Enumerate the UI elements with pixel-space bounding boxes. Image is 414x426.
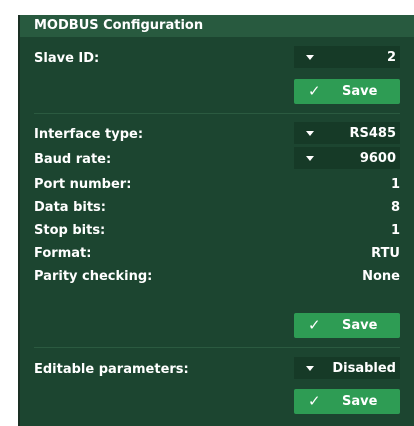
slave-id-row: Slave ID: 2 xyxy=(34,46,400,68)
interface-type-label: Interface type: xyxy=(34,127,144,142)
baud-rate-select[interactable]: 9600 xyxy=(294,147,400,169)
editable-parameters-label: Editable parameters: xyxy=(34,362,189,377)
format-row: Format: RTU xyxy=(34,245,400,263)
chevron-down-icon xyxy=(306,55,314,60)
parity-label: Parity checking: xyxy=(34,269,153,284)
port-number-row: Port number: 1 xyxy=(34,176,400,194)
section-title: MODBUS Configuration xyxy=(34,18,204,33)
baud-rate-row: Baud rate: 9600 xyxy=(34,147,400,169)
save-button-label: Save xyxy=(342,84,378,99)
interface-type-select[interactable]: RS485 xyxy=(294,122,400,144)
save-button-label: Save xyxy=(342,318,378,333)
slave-id-value: 2 xyxy=(386,50,396,65)
data-bits-value: 8 xyxy=(390,200,400,215)
interface-type-row: Interface type: RS485 xyxy=(34,122,400,144)
editable-parameters-select[interactable]: Disabled xyxy=(294,357,400,379)
baud-rate-label: Baud rate: xyxy=(34,152,112,167)
section-header: MODBUS Configuration xyxy=(20,15,414,37)
format-value: RTU xyxy=(371,246,400,261)
modbus-config-panel: MODBUS Configuration Slave ID: 2 ✓ Save … xyxy=(18,15,414,426)
data-bits-row: Data bits: 8 xyxy=(34,199,400,217)
editable-save-button[interactable]: ✓ Save xyxy=(294,389,400,414)
divider xyxy=(34,347,400,348)
check-icon: ✓ xyxy=(308,316,321,334)
port-number-label: Port number: xyxy=(34,177,132,192)
check-icon: ✓ xyxy=(308,82,321,100)
chevron-down-icon xyxy=(306,131,314,136)
editable-parameters-row: Editable parameters: Disabled xyxy=(34,357,400,379)
chevron-down-icon xyxy=(306,366,314,371)
slave-id-select[interactable]: 2 xyxy=(294,46,400,68)
parity-value: None xyxy=(362,269,400,284)
divider xyxy=(34,113,400,114)
editable-parameters-value: Disabled xyxy=(332,361,396,376)
check-icon: ✓ xyxy=(308,392,321,410)
slave-save-button[interactable]: ✓ Save xyxy=(294,79,400,104)
baud-rate-value: 9600 xyxy=(359,151,396,166)
slave-id-label: Slave ID: xyxy=(34,51,100,66)
stop-bits-value: 1 xyxy=(390,223,400,238)
format-label: Format: xyxy=(34,246,92,261)
stop-bits-row: Stop bits: 1 xyxy=(34,222,400,240)
save-button-label: Save xyxy=(342,394,378,409)
stop-bits-label: Stop bits: xyxy=(34,223,106,238)
interface-save-button[interactable]: ✓ Save xyxy=(294,313,400,338)
parity-row: Parity checking: None xyxy=(34,268,400,286)
port-number-value: 1 xyxy=(390,177,400,192)
chevron-down-icon xyxy=(306,156,314,161)
interface-type-value: RS485 xyxy=(349,126,396,141)
data-bits-label: Data bits: xyxy=(34,200,106,215)
